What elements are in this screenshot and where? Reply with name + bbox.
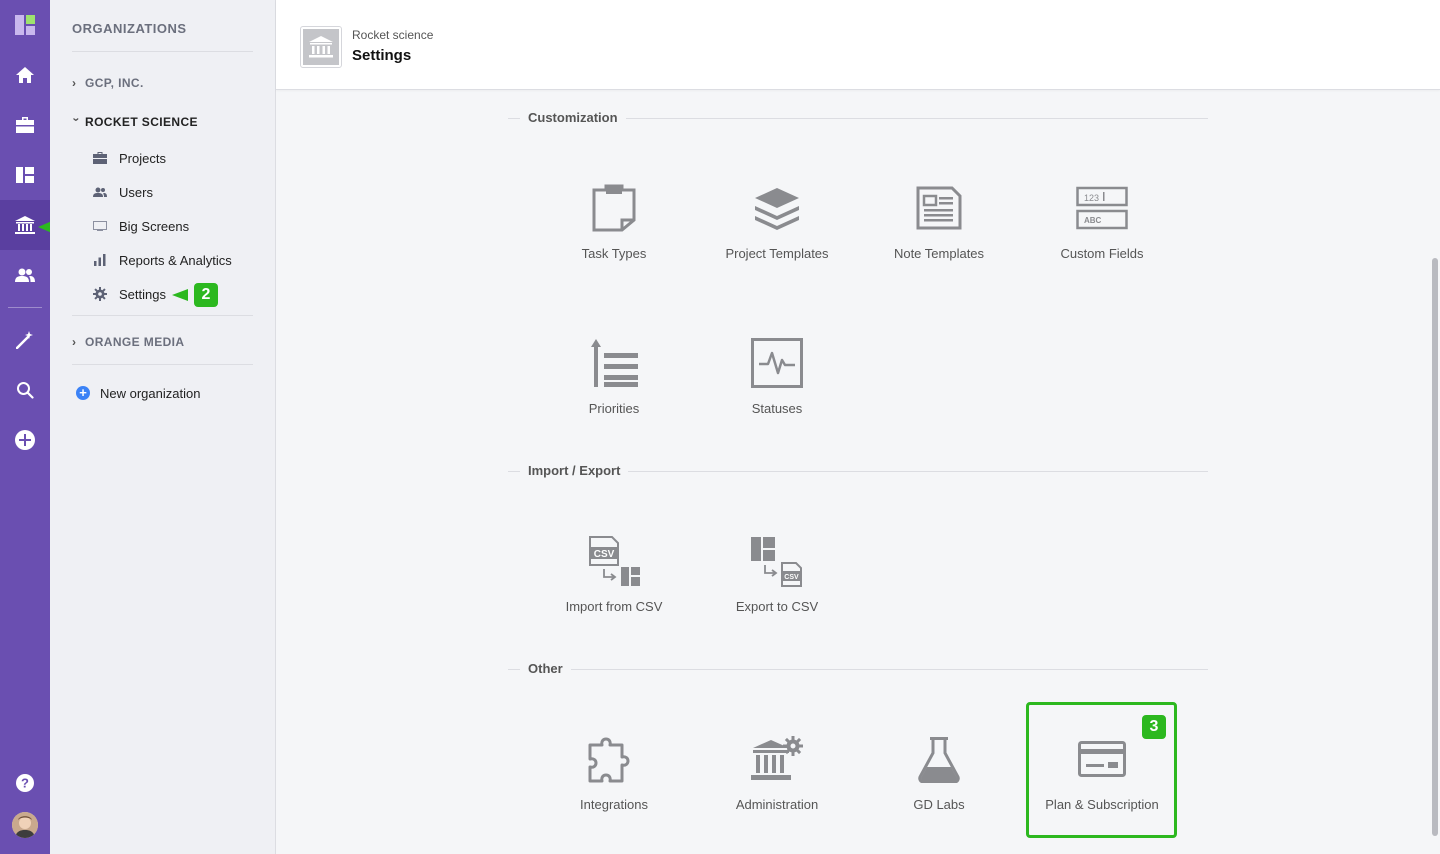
- bar-chart-icon: [92, 252, 108, 268]
- puzzle-icon: [539, 729, 689, 789]
- sidebar-divider: [72, 315, 253, 316]
- org-gcp[interactable]: › GCP, INC.: [72, 76, 144, 90]
- search-icon[interactable]: [0, 365, 50, 415]
- form-fields-icon: 123 ABC: [1027, 178, 1177, 238]
- section-label: Import / Export: [520, 463, 629, 478]
- plus-icon: +: [76, 386, 90, 400]
- org-name: ROCKET SCIENCE: [85, 115, 198, 129]
- tile-label: Import from CSV: [565, 599, 663, 614]
- tile-import-csv[interactable]: CSV Import from CSV: [539, 531, 689, 614]
- sidebar-item-users[interactable]: Users: [92, 181, 153, 203]
- content-scrollbar[interactable]: [1432, 258, 1438, 836]
- tile-task-types[interactable]: Task Types: [539, 178, 689, 261]
- chevron-right-icon: ›: [72, 335, 77, 349]
- svg-text:?: ?: [21, 776, 29, 791]
- tile-label: Project Templates: [725, 246, 829, 261]
- help-icon[interactable]: ?: [0, 758, 50, 808]
- section-import-export-header: Import / Export: [508, 463, 1208, 479]
- sidebar-item-label: Settings: [119, 286, 166, 302]
- flask-icon: [864, 729, 1014, 789]
- layers-icon: [702, 178, 852, 238]
- rail-divider: [8, 307, 42, 308]
- tile-statuses[interactable]: Statuses: [702, 333, 852, 416]
- admin-building-icon: [702, 729, 852, 789]
- people-icon[interactable]: [0, 250, 50, 300]
- section-customization-header: Customization: [508, 110, 1208, 126]
- priority-list-icon: [539, 333, 689, 393]
- magic-wand-icon[interactable]: [0, 315, 50, 365]
- tile-priorities[interactable]: Priorities: [539, 333, 689, 416]
- tile-note-templates[interactable]: Note Templates: [864, 178, 1014, 261]
- app-logo-icon[interactable]: [0, 0, 50, 50]
- briefcase-icon[interactable]: [0, 100, 50, 150]
- new-organization-label: New organization: [100, 385, 201, 401]
- org-rocket-science[interactable]: › ROCKET SCIENCE: [69, 115, 198, 129]
- tile-integrations[interactable]: Integrations: [539, 729, 689, 812]
- tile-administration[interactable]: Administration: [702, 729, 852, 812]
- tile-label: Integrations: [580, 797, 648, 812]
- text-field-text: ABC: [1084, 216, 1102, 225]
- tile-label: Statuses: [751, 401, 803, 416]
- users-icon: [92, 184, 108, 200]
- sidebar-item-label: Big Screens: [119, 218, 190, 234]
- step-marker-2: 2: [172, 283, 218, 307]
- breadcrumb-organization[interactable]: Rocket science: [352, 28, 433, 42]
- tile-label: GD Labs: [913, 797, 965, 812]
- bank-icon: [309, 36, 333, 58]
- step-number: 3: [1142, 715, 1166, 739]
- number-field-text: 123: [1084, 193, 1099, 203]
- sidebar-item-big-screens[interactable]: Big Screens: [92, 215, 189, 237]
- user-avatar[interactable]: [12, 812, 38, 838]
- page-title: Settings: [352, 47, 412, 64]
- step-highlight-3: 3: [1026, 702, 1177, 838]
- dashboard-icon[interactable]: [0, 150, 50, 200]
- sidebar-item-label: Users: [119, 184, 153, 200]
- tile-label: Note Templates: [893, 246, 985, 261]
- sidebar-item-reports[interactable]: Reports & Analytics: [92, 249, 232, 271]
- tile-gd-labs[interactable]: GD Labs: [864, 729, 1014, 812]
- csv-text: CSV: [594, 549, 615, 560]
- tile-export-csv[interactable]: CSV Export to CSV: [702, 531, 852, 614]
- sidebar-divider: [72, 364, 253, 365]
- csv-text: CSV: [784, 574, 799, 581]
- section-label: Other: [520, 661, 571, 676]
- organizations-sidebar: ORGANIZATIONS › GCP, INC. › ROCKET SCIEN…: [50, 0, 276, 854]
- sidebar-item-label: Reports & Analytics: [119, 252, 232, 268]
- sidebar-title: ORGANIZATIONS: [72, 21, 187, 36]
- section-label: Customization: [520, 110, 626, 125]
- chevron-right-icon: ›: [72, 76, 77, 90]
- add-circle-icon[interactable]: [0, 415, 50, 465]
- app-rail: ?: [0, 0, 50, 854]
- export-csv-icon: CSV: [702, 531, 852, 591]
- screen-icon: [92, 218, 108, 234]
- tile-label: Administration: [735, 797, 819, 812]
- chevron-down-icon: ›: [69, 117, 84, 122]
- page-header: Rocket science Settings: [276, 0, 1440, 90]
- section-other-header: Other: [508, 661, 1208, 677]
- document-icon: [864, 178, 1014, 238]
- tile-label: Task Types: [581, 246, 647, 261]
- gear-icon: [92, 286, 108, 302]
- sidebar-item-settings[interactable]: Settings: [92, 283, 166, 305]
- new-organization-button[interactable]: + New organization: [76, 382, 200, 404]
- pulse-monitor-icon: [702, 333, 852, 393]
- briefcase-icon: [92, 150, 108, 166]
- org-name: ORANGE MEDIA: [85, 335, 185, 349]
- home-icon[interactable]: [0, 50, 50, 100]
- import-csv-icon: CSV: [539, 531, 689, 591]
- org-orange-media[interactable]: › ORANGE MEDIA: [72, 335, 184, 349]
- org-name: GCP, INC.: [85, 76, 144, 90]
- tile-label: Custom Fields: [1060, 246, 1144, 261]
- tile-custom-fields[interactable]: 123 ABC Custom Fields: [1027, 178, 1177, 261]
- tile-project-templates[interactable]: Project Templates: [702, 178, 852, 261]
- sidebar-divider: [72, 51, 253, 52]
- sidebar-item-projects[interactable]: Projects: [92, 147, 166, 169]
- tile-label: Priorities: [588, 401, 640, 416]
- organization-logo: [300, 26, 342, 68]
- clipboard-icon: [539, 178, 689, 238]
- step-number: 2: [194, 283, 218, 307]
- sidebar-item-label: Projects: [119, 150, 166, 166]
- tile-label: Export to CSV: [735, 599, 819, 614]
